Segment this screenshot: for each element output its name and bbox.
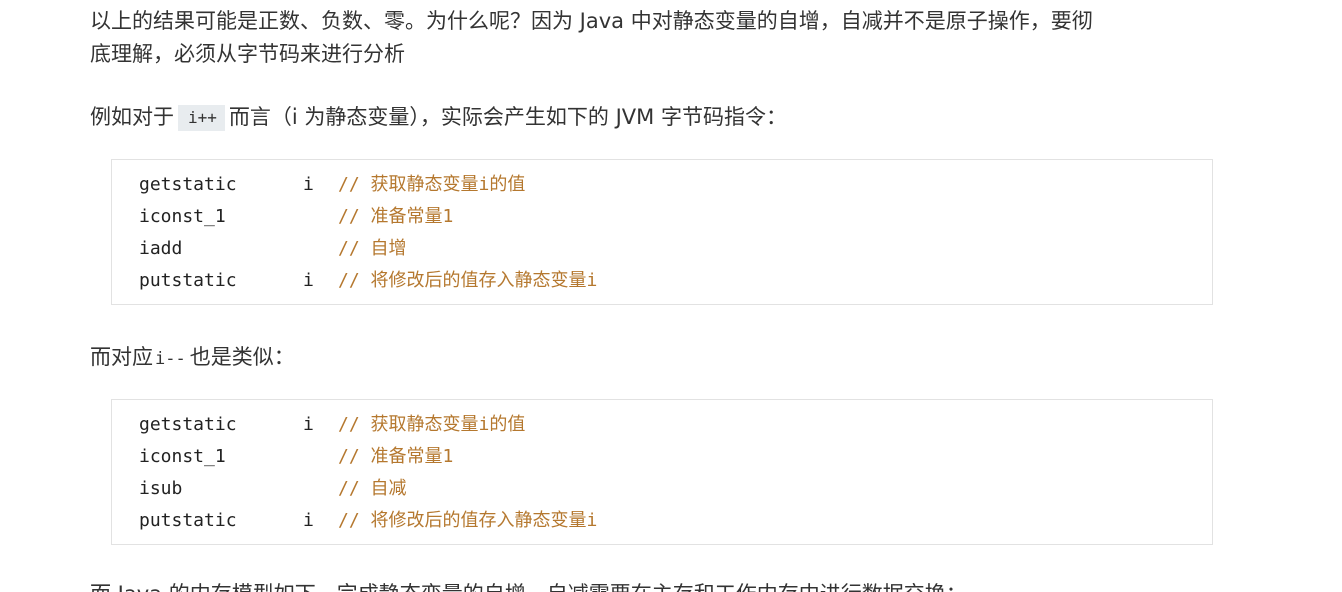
code-opcode: getstatic bbox=[139, 174, 237, 195]
paragraph-decrement-before: 而对应 bbox=[90, 345, 153, 369]
code-line: iconst_1 // 准备常量1 bbox=[139, 201, 453, 233]
code-arg: i bbox=[303, 414, 314, 435]
code-block-decrement: getstatic i// 获取静态变量i的值 iconst_1// 准备常量1 … bbox=[111, 399, 1213, 545]
code-line: putstatic i // 将修改后的值存入静态变量i bbox=[139, 505, 597, 537]
code-comment: // 获取静态变量i的值 bbox=[338, 174, 526, 195]
code-comment: // 将修改后的值存入静态变量i bbox=[338, 270, 598, 291]
inline-code-increment: i++ bbox=[178, 105, 225, 131]
code-line: putstatic i // 将修改后的值存入静态变量i bbox=[139, 265, 597, 297]
code-opcode: iadd bbox=[139, 238, 183, 259]
paragraph-increment: 例如对于 i++ 而言（i 为静态变量），实际会产生如下的 JVM 字节码指令： bbox=[90, 101, 787, 134]
paragraph-intro: 以上的结果可能是正数、负数、零。为什么呢？因为 Java 中对静态变量的自增，自… bbox=[90, 5, 1093, 71]
code-opcode: putstatic bbox=[139, 510, 237, 531]
code-line: getstatic i // 获取静态变量i的值 bbox=[139, 409, 525, 441]
code-line: getstatic i // 获取静态变量i的值 bbox=[139, 169, 525, 201]
code-line: iadd // 自增 bbox=[139, 233, 407, 265]
code-line: isub // 自减 bbox=[139, 473, 407, 505]
paragraph-increment-before: 例如对于 bbox=[90, 105, 174, 129]
code-opcode: putstatic bbox=[139, 270, 237, 291]
paragraph-decrement-after: 也是类似： bbox=[189, 345, 295, 369]
code-line: iconst_1 // 准备常量1 bbox=[139, 441, 453, 473]
paragraph-intro-line-2: 底理解，必须从字节码来进行分析 bbox=[90, 42, 405, 66]
paragraph-increment-after: 而言（i 为静态变量），实际会产生如下的 JVM 字节码指令： bbox=[228, 105, 787, 129]
code-opcode: iconst_1 bbox=[139, 206, 226, 227]
code-block-increment: getstatic i// 获取静态变量i的值 iconst_1// 准备常量1 … bbox=[111, 159, 1213, 305]
paragraph-decrement: 而对应 i-- 也是类似： bbox=[90, 341, 295, 376]
code-comment: // 将修改后的值存入静态变量i bbox=[338, 510, 598, 531]
code-opcode: iconst_1 bbox=[139, 446, 226, 467]
code-comment: // 准备常量1 bbox=[338, 206, 454, 227]
code-comment: // 自增 bbox=[338, 238, 407, 259]
code-opcode: isub bbox=[139, 478, 183, 499]
code-opcode: getstatic bbox=[139, 414, 237, 435]
code-arg: i bbox=[303, 510, 314, 531]
paragraph-intro-line-1: 以上的结果可能是正数、负数、零。为什么呢？因为 Java 中对静态变量的自增，自… bbox=[90, 9, 1093, 33]
inline-code-decrement: i-- bbox=[155, 349, 186, 369]
code-arg: i bbox=[303, 270, 314, 291]
document-page: 以上的结果可能是正数、负数、零。为什么呢？因为 Java 中对静态变量的自增，自… bbox=[0, 0, 1342, 592]
code-arg: i bbox=[303, 174, 314, 195]
code-comment: // 自减 bbox=[338, 478, 407, 499]
code-comment: // 获取静态变量i的值 bbox=[338, 414, 526, 435]
paragraph-memory-model-partial: 而 Java 的内存模型如下，完成静态变量的自增，自减需要在主存和工作内存中进行… bbox=[90, 578, 967, 592]
code-comment: // 准备常量1 bbox=[338, 446, 454, 467]
